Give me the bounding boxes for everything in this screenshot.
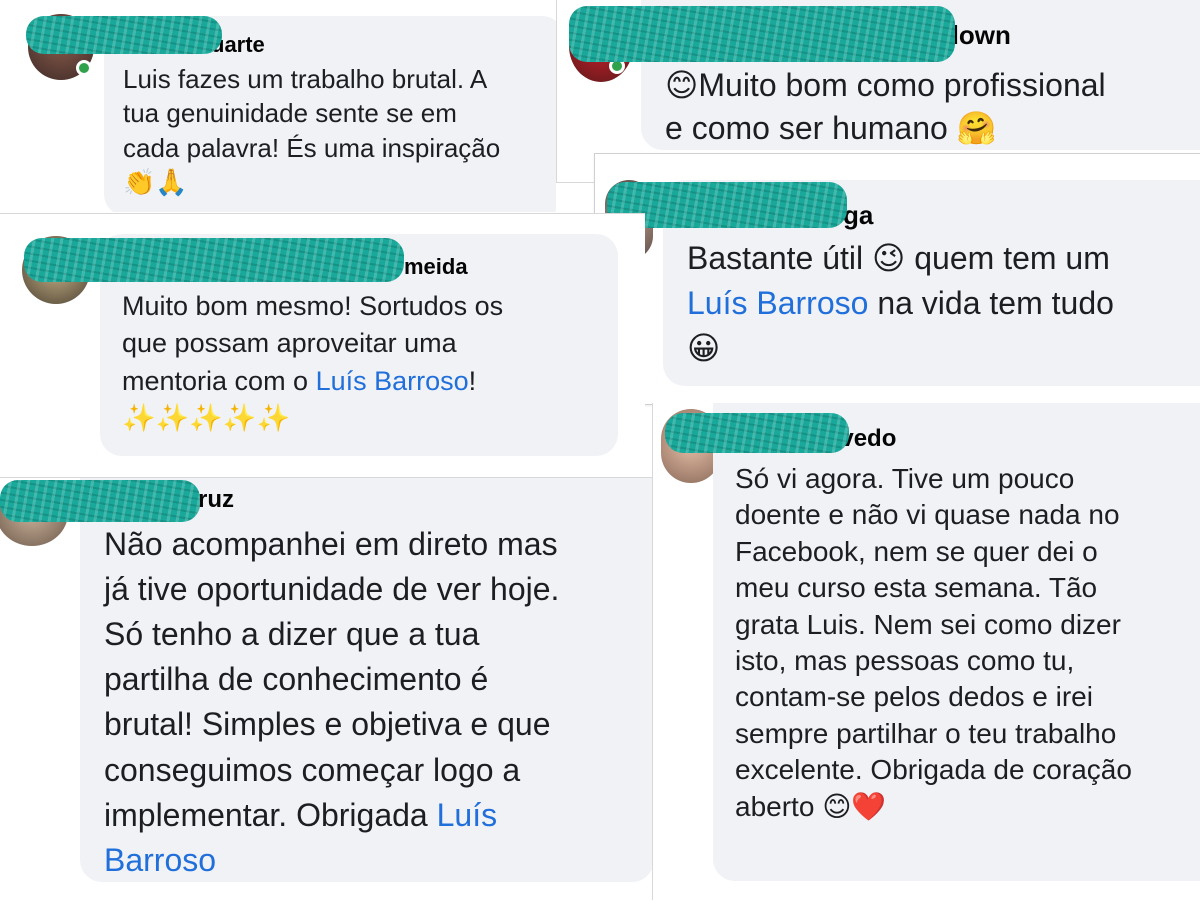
- mention-link[interactable]: Luís Barroso: [687, 285, 868, 321]
- mention-link[interactable]: Barroso: [104, 838, 559, 882]
- comment-text: Bastante útil 😉 quem tem um Luís Barroso…: [687, 236, 1114, 370]
- redaction-scribble: [665, 413, 849, 453]
- sparkles-emoji-icon: ✨✨✨✨✨: [122, 402, 291, 433]
- grinning-emoji-icon: 😀: [687, 329, 721, 366]
- hug-emoji-icon: 🤗: [956, 110, 997, 147]
- comment-card-6: ruz Não acompanhei em direto mas já tive…: [0, 477, 652, 901]
- redaction-scribble: [569, 6, 955, 62]
- mention-link[interactable]: Luís: [437, 797, 497, 833]
- comment-text: Só vi agora. Tive um pouco doente e não …: [735, 463, 1132, 822]
- emoji-clap-pray-icon: 👏🙏: [123, 166, 188, 197]
- comment-text: Muito bom mesmo! Sortudos os que possam …: [122, 288, 503, 437]
- smiling-emoji-icon: 😊: [665, 67, 699, 103]
- redaction-scribble: [0, 480, 200, 522]
- online-status-icon: [76, 60, 92, 76]
- comment-text: Não acompanhei em direto mas já tive opo…: [104, 522, 559, 882]
- smile-heart-emoji-icon: 😊❤️: [822, 790, 887, 822]
- mention-link[interactable]: Luís Barroso: [316, 366, 469, 396]
- comment-card-5: evedo Só vi agora. Tive um pouco doente …: [652, 403, 1200, 900]
- comment-text: 😊Muito bom como profissional e como ser …: [665, 67, 1106, 147]
- comment-card-4: meida Muito bom mesmo! Sortudos os que p…: [0, 213, 645, 476]
- wink-emoji-icon: 😉: [872, 240, 906, 276]
- redaction-scribble: [26, 16, 222, 54]
- comment-bubble: ruz Não acompanhei em direto mas já tive…: [80, 478, 652, 882]
- redaction-scribble: [24, 238, 404, 282]
- comment-card-1: uarte Luis fazes um trabalho brutal. A t…: [0, 0, 556, 212]
- comment-card-3: ga Bastante útil 😉 quem tem um Luís Barr…: [594, 153, 1200, 405]
- comment-text: Luis fazes um trabalho brutal. A tua gen…: [123, 62, 500, 199]
- commenter-name[interactable]: ruz: [198, 486, 234, 514]
- comment-bubble: evedo Só vi agora. Tive um pouco doente …: [713, 403, 1200, 881]
- commenter-name[interactable]: meida: [404, 254, 468, 280]
- commenter-name[interactable]: ga: [843, 200, 873, 231]
